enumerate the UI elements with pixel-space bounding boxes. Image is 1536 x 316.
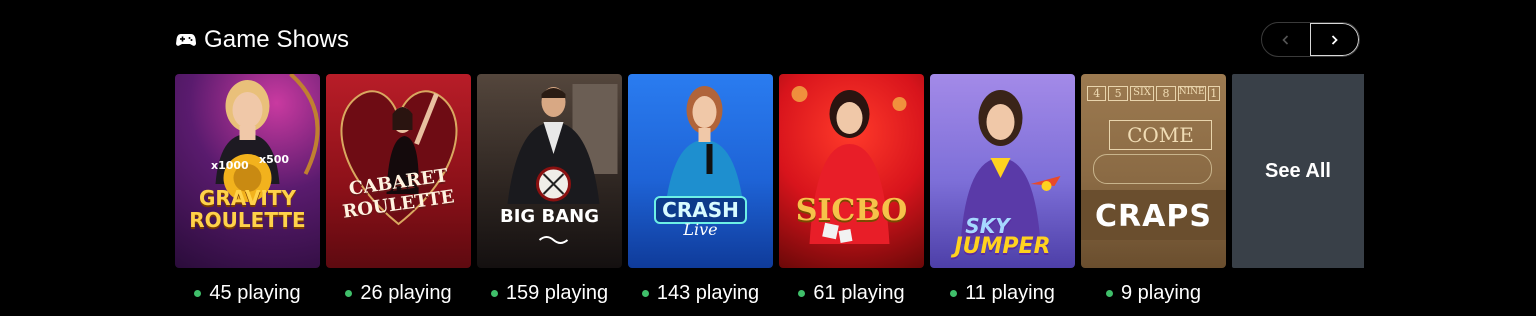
player-count-label: 9 playing — [1120, 282, 1202, 304]
see-all-button[interactable]: See All — [1232, 74, 1364, 268]
game-logo: GRAVITY ROULETTE — [175, 188, 320, 230]
logo-line: ROULETTE — [189, 208, 306, 232]
player-count-label: 159 playing — [505, 282, 609, 304]
game-logo: SICBO — [779, 196, 924, 226]
game-tile-cabaret-roulette[interactable]: CABARET ROULETTE — [326, 74, 471, 268]
online-dot-icon — [950, 290, 958, 297]
craps-field — [1093, 154, 1212, 184]
player-count: 26 playing — [326, 282, 471, 305]
game-logo: CABARET ROULETTE — [326, 165, 471, 223]
gamepad-icon — [176, 33, 197, 47]
multiplier-badge: x1000 — [211, 159, 249, 172]
game-logo: BIG BANG — [477, 208, 622, 226]
section-title: Game Shows — [204, 26, 350, 53]
table-number: 5 — [1108, 86, 1128, 101]
logo-line: GRAVITY — [199, 186, 296, 210]
logo-line: JUMPER — [954, 234, 1051, 259]
player-count: 11 playing — [930, 282, 1075, 305]
game-tile-big-bang[interactable]: BIG BANG — [477, 74, 622, 268]
game-tile-sky-jumper[interactable]: SKY JUMPER — [930, 74, 1075, 268]
logo-line: BIG BANG — [500, 206, 599, 227]
chevron-left-icon — [1282, 34, 1289, 45]
logo-line: Live — [683, 220, 718, 239]
game-tile-gravity-roulette[interactable]: x1000 x500 GRAVITY ROULETTE — [175, 74, 320, 268]
logo-line: CRAPS — [1095, 199, 1212, 234]
logo-line: SICBO — [795, 193, 908, 228]
player-count-label: 11 playing — [965, 282, 1055, 304]
online-dot-icon — [1105, 290, 1113, 297]
player-count-label: 143 playing — [656, 282, 760, 304]
table-number: 8 — [1156, 86, 1176, 101]
player-count: 159 playing — [477, 282, 622, 305]
online-dot-icon — [194, 290, 202, 297]
game-logo: SKY JUMPER — [930, 216, 1075, 258]
player-counts: 45 playing 26 playing 159 playing 143 pl… — [175, 282, 1226, 305]
player-count: 45 playing — [175, 282, 320, 305]
game-tile-craps[interactable]: 4 5 SIX 8 NINE 1 COME CRAPS — [1081, 74, 1226, 268]
table-number: 4 — [1087, 86, 1107, 101]
online-dot-icon — [490, 290, 498, 297]
online-dot-icon — [641, 290, 649, 297]
host-image — [791, 86, 906, 244]
player-count-label: 61 playing — [813, 282, 905, 304]
section-header: Game Shows — [176, 22, 349, 58]
carousel-nav — [1261, 22, 1360, 57]
player-count: 143 playing — [628, 282, 773, 305]
player-count: 61 playing — [779, 282, 924, 305]
next-button[interactable] — [1309, 23, 1359, 56]
chevron-right-icon — [1332, 34, 1339, 45]
game-logo: CRAPS — [1081, 202, 1226, 232]
host-image — [507, 84, 617, 244]
game-carousel: x1000 x500 GRAVITY ROULETTE CABARET ROUL… — [175, 74, 1364, 268]
online-dot-icon — [345, 290, 353, 297]
multiplier-badge: x500 — [259, 153, 290, 166]
table-number: NINE — [1177, 86, 1206, 101]
player-count-label: 26 playing — [360, 282, 452, 304]
game-tile-crash-live[interactable]: CRASH Live — [628, 74, 773, 268]
table-word: COME — [1109, 120, 1212, 150]
game-logo: CRASH Live — [628, 196, 773, 238]
logo-line: SKY — [965, 214, 1010, 238]
player-count: 9 playing — [1081, 282, 1226, 305]
craps-table-numbers: 4 5 SIX 8 NINE 1 — [1087, 86, 1220, 101]
table-number: 1 — [1207, 86, 1220, 101]
player-count-label: 45 playing — [209, 282, 301, 304]
game-tile-sicbo[interactable]: SICBO — [779, 74, 924, 268]
table-number: SIX — [1129, 86, 1155, 101]
online-dot-icon — [798, 290, 806, 297]
prev-button[interactable] — [1262, 23, 1310, 56]
